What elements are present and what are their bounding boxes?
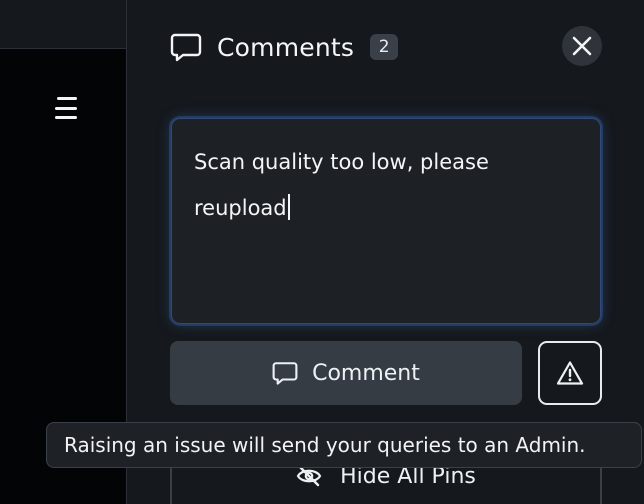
eye-slash-icon [296, 465, 322, 487]
comments-title: Comments [217, 32, 355, 62]
hamburger-menu-icon[interactable] [53, 95, 81, 121]
comments-header: Comments 2 [170, 28, 399, 66]
comment-input-value: Scan quality too low, please reupload [194, 150, 489, 220]
raise-issue-button[interactable] [538, 341, 602, 405]
text-caret [287, 194, 290, 220]
chat-bubble-icon [272, 362, 298, 385]
warning-triangle-icon [556, 361, 584, 385]
raise-issue-tooltip: Raising an issue will send your queries … [46, 422, 642, 468]
close-icon [572, 36, 592, 56]
chat-bubble-icon [170, 33, 202, 62]
comment-button[interactable]: Comment [170, 341, 522, 405]
tooltip-text: Raising an issue will send your queries … [64, 433, 586, 457]
app-root: Comments 2 Scan quality too low, please … [0, 0, 644, 504]
comments-count-badge: 2 [370, 34, 399, 60]
comment-input[interactable]: Scan quality too low, please reupload [171, 118, 601, 324]
left-topbar [0, 0, 127, 49]
comment-button-label: Comment [312, 360, 420, 386]
close-button[interactable] [562, 26, 602, 66]
